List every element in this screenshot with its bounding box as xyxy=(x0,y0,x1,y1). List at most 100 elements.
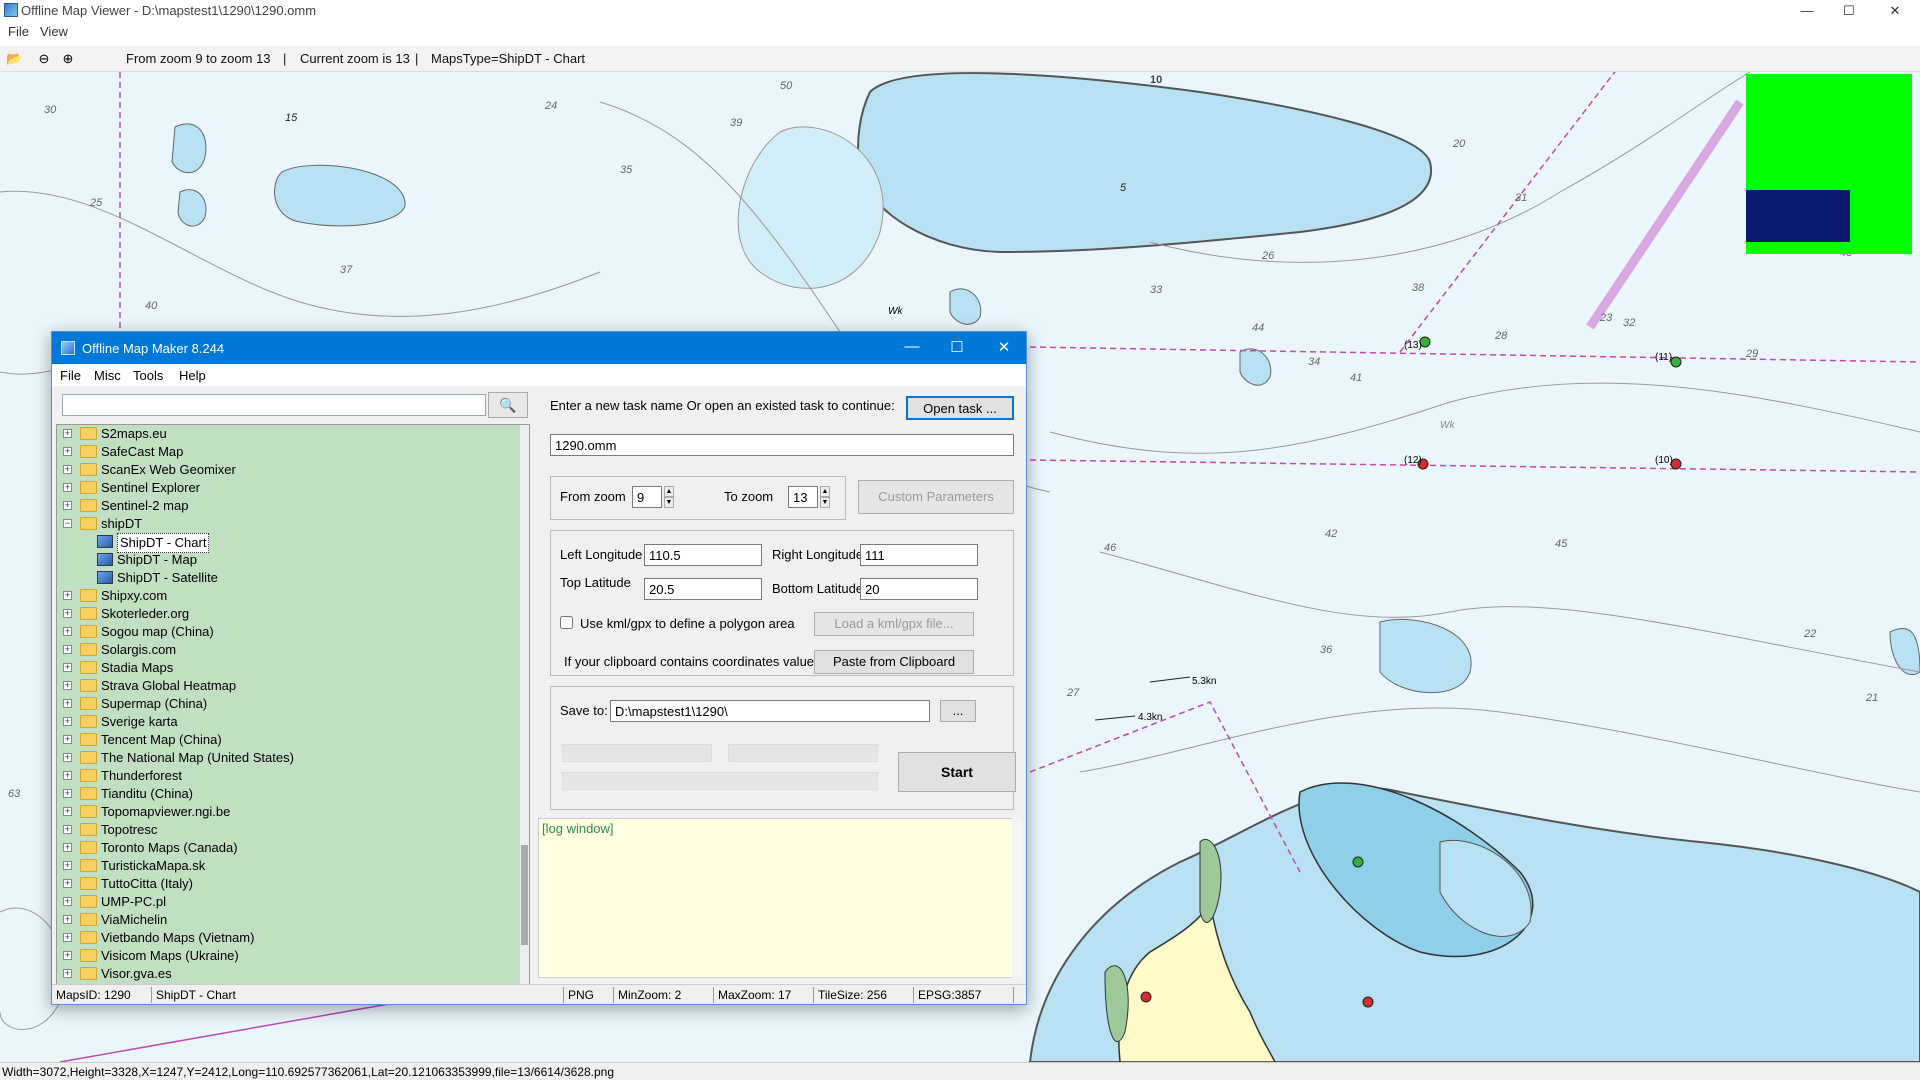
save-path-input[interactable] xyxy=(610,700,930,722)
browse-button[interactable]: ... xyxy=(940,700,976,722)
search-input[interactable] xyxy=(62,394,486,416)
bottom-latitude-input[interactable] xyxy=(860,578,978,600)
folder-icon xyxy=(80,643,97,656)
depth-label: 63 xyxy=(8,788,21,800)
spin-down-icon[interactable]: ▼ xyxy=(664,497,674,508)
from-zoom-input[interactable] xyxy=(632,486,662,508)
map-tile-icon xyxy=(97,553,113,566)
expand-icon[interactable]: + xyxy=(63,879,72,888)
expand-icon[interactable]: + xyxy=(63,735,72,744)
collapse-icon[interactable]: − xyxy=(63,519,72,528)
expand-icon[interactable]: + xyxy=(63,771,72,780)
menu-file[interactable]: File xyxy=(8,24,29,39)
paste-clipboard-button[interactable]: Paste from Clipboard xyxy=(814,650,974,674)
tree-item-label: Sogou map (China) xyxy=(101,624,214,639)
depth-label: 33 xyxy=(1150,284,1163,296)
spin-up-icon[interactable]: ▲ xyxy=(820,486,830,497)
start-button[interactable]: Start xyxy=(898,752,1016,792)
dialog-menu-bar: File Misc Tools Help xyxy=(52,364,1026,386)
to-zoom-input[interactable] xyxy=(788,486,818,508)
log-scrollbar[interactable] xyxy=(1012,818,1022,978)
open-task-button[interactable]: Open task ... xyxy=(906,396,1014,420)
load-kml-button[interactable]: Load a kml/gpx file... xyxy=(814,612,974,636)
expand-icon[interactable]: + xyxy=(63,645,72,654)
maximize-button[interactable]: ☐ xyxy=(1826,0,1872,22)
expand-icon[interactable]: + xyxy=(63,807,72,816)
task-name-input[interactable] xyxy=(550,434,1014,456)
expand-icon[interactable]: + xyxy=(63,843,72,852)
expand-icon[interactable]: + xyxy=(63,591,72,600)
expand-icon[interactable]: + xyxy=(63,951,72,960)
depth-label: 34 xyxy=(1308,356,1321,368)
expand-icon[interactable]: + xyxy=(63,861,72,870)
menu-view[interactable]: View xyxy=(40,24,68,39)
tree-item-label: Vietbando Maps (Vietnam) xyxy=(101,930,255,945)
expand-icon[interactable]: + xyxy=(63,933,72,942)
kml-polygon-checkbox[interactable] xyxy=(560,616,573,629)
search-icon[interactable]: 🔍 xyxy=(488,392,528,418)
right-longitude-input[interactable] xyxy=(860,544,978,566)
expand-icon[interactable]: + xyxy=(63,465,72,474)
from-zoom-stepper[interactable]: ▲ ▼ xyxy=(664,486,674,508)
dialog-menu-misc[interactable]: Misc xyxy=(94,368,121,383)
expand-icon[interactable]: + xyxy=(63,969,72,978)
dialog-maximize-button[interactable]: ☐ xyxy=(937,338,977,356)
log-window[interactable]: [log window] xyxy=(538,818,1020,978)
tree-item-label: shipDT xyxy=(101,516,143,531)
close-button[interactable]: ✕ xyxy=(1872,0,1918,22)
tree-item-label: TuristickaMapa.sk xyxy=(101,858,206,873)
expand-icon[interactable]: + xyxy=(63,897,72,906)
expand-icon[interactable]: + xyxy=(63,681,72,690)
dialog-menu-file[interactable]: File xyxy=(60,368,81,383)
dialog-menu-tools[interactable]: Tools xyxy=(133,368,163,383)
depth-label: 41 xyxy=(1350,372,1363,384)
zoom-in-icon[interactable]: ⊕ xyxy=(60,51,76,67)
map-source-tree[interactable]: + S2maps.eu + SafeCast Map + ScanEx Web Geomi… xyxy=(56,424,530,986)
expand-icon[interactable]: + xyxy=(63,483,72,492)
dialog-title-bar: Offline Map Maker 8.244 — ☐ ✕ xyxy=(52,332,1026,364)
window-title: Offline Map Viewer - D:\mapstest1\1290\1… xyxy=(21,3,317,18)
zoom-out-icon[interactable]: ⊖ xyxy=(36,51,52,67)
expand-icon[interactable]: + xyxy=(63,501,72,510)
dialog-status-bar: MapsID: 1290 ShipDT - Chart PNG MinZoom:… xyxy=(52,984,1026,1004)
expand-icon[interactable]: + xyxy=(63,825,72,834)
spin-up-icon[interactable]: ▲ xyxy=(664,486,674,497)
buoy-label: (10) xyxy=(1655,455,1673,466)
expand-icon[interactable]: + xyxy=(63,915,72,924)
expand-icon[interactable]: + xyxy=(63,663,72,672)
expand-icon[interactable]: + xyxy=(63,789,72,798)
tree-scroll-thumb[interactable] xyxy=(521,845,528,945)
minimize-button[interactable]: — xyxy=(1784,0,1830,22)
zoom-range-text: From zoom 9 to zoom 13 xyxy=(126,51,271,66)
folder-icon xyxy=(80,949,97,962)
folder-icon xyxy=(80,931,97,944)
open-folder-icon[interactable]: 📂 xyxy=(6,51,22,67)
tree-scrollbar[interactable] xyxy=(520,425,529,985)
expand-icon[interactable]: + xyxy=(63,699,72,708)
dialog-close-button[interactable]: ✕ xyxy=(984,338,1024,356)
tree-item-label: The National Map (United States) xyxy=(101,750,294,765)
top-latitude-input[interactable] xyxy=(644,578,762,600)
minimap-viewport[interactable] xyxy=(1746,190,1850,242)
expand-icon[interactable]: + xyxy=(63,717,72,726)
expand-icon[interactable]: + xyxy=(63,753,72,762)
to-zoom-stepper[interactable]: ▲ ▼ xyxy=(820,486,830,508)
depth-label: 38 xyxy=(1412,282,1425,294)
expand-icon[interactable]: + xyxy=(63,429,72,438)
expand-icon[interactable]: + xyxy=(63,447,72,456)
minimap[interactable] xyxy=(1746,74,1912,254)
spin-down-icon[interactable]: ▼ xyxy=(820,497,830,508)
custom-parameters-button[interactable]: Custom Parameters xyxy=(858,480,1014,514)
expand-icon[interactable]: + xyxy=(63,609,72,618)
depth-label: 36 xyxy=(1320,644,1333,656)
depth-label: 27 xyxy=(1067,687,1080,699)
main-title-bar: Offline Map Viewer - D:\mapstest1\1290\1… xyxy=(0,0,1920,22)
main-status-bar: Width=3072,Height=3328,X=1247,Y=2412,Lon… xyxy=(0,1062,1920,1080)
dialog-minimize-button[interactable]: — xyxy=(892,338,932,355)
main-menu-bar: File View xyxy=(0,22,1920,42)
tree-item-label: UMP-PC.pl xyxy=(101,894,167,909)
dialog-menu-help[interactable]: Help xyxy=(179,368,206,383)
tree-item-label: S2maps.eu xyxy=(101,426,167,441)
left-longitude-input[interactable] xyxy=(644,544,762,566)
expand-icon[interactable]: + xyxy=(63,627,72,636)
